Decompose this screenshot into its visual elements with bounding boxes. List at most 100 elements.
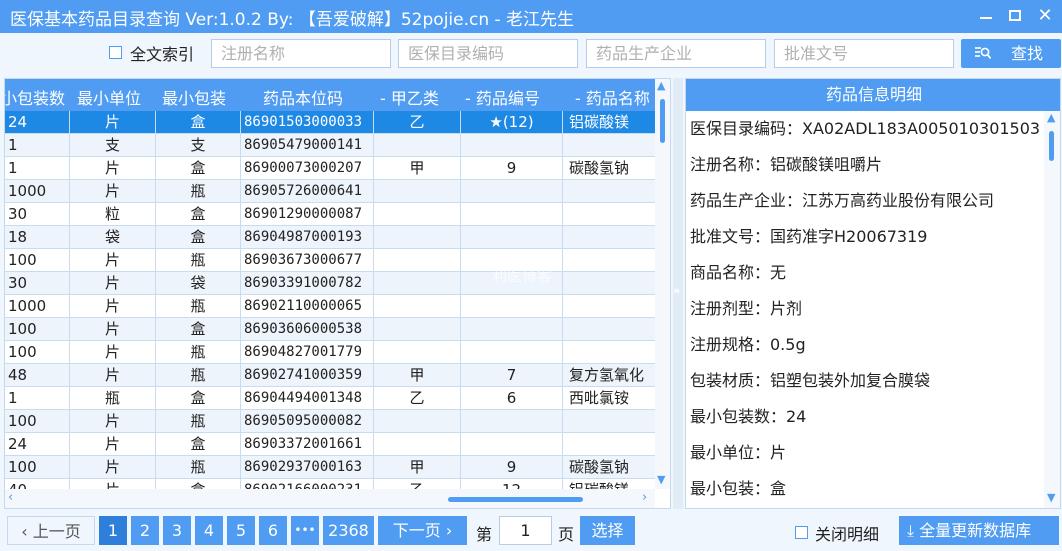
table-cell-num <box>461 203 563 226</box>
table-row[interactable]: 24 片盒 86901503000033 乙 ★(12) 铝碳酸镁 <box>5 111 655 134</box>
table-row[interactable]: 100 片盒 86903606000538 <box>5 318 655 341</box>
next-page-button[interactable]: 下一页 › <box>378 516 467 545</box>
table-row[interactable]: 18 袋盒 86904987000193 <box>5 226 655 249</box>
page-button-6[interactable]: 6 <box>259 516 287 545</box>
detail-panel: 药品信息明细 医保目录编码：XA02ADL183A005010301503 注册名… <box>685 78 1061 509</box>
table-row[interactable]: 100 片瓶 86903673000677 <box>5 249 655 272</box>
table-cell-unit: 片 <box>70 272 156 295</box>
table-row[interactable]: 1 片盒 86900073000207 甲 9 碳酸氢钠 <box>5 157 655 180</box>
table-cell-pack: 1000 <box>5 180 70 203</box>
catalog-code-input[interactable]: 医保目录编码 <box>398 39 578 68</box>
table-cell-package: 瓶 <box>156 341 241 364</box>
goto-prefix: 第 <box>476 525 493 544</box>
scroll-right-icon[interactable]: › <box>642 490 647 505</box>
detail-scrollbar[interactable]: ▲ ▼ <box>1044 111 1060 508</box>
table-cell-code: 86903673000677 <box>241 249 374 272</box>
last-page-button[interactable]: 2368 <box>323 516 374 545</box>
table-cell-code: 86904494001348 <box>241 387 374 410</box>
table-row[interactable]: 1000 片瓶 86902110000065 <box>5 295 655 318</box>
table-cell-code: 86905726000641 <box>241 180 374 203</box>
table-horizontal-scrollbar[interactable]: ‹ › <box>5 489 655 508</box>
detail-scroll-down-icon[interactable]: ▼ <box>1047 491 1055 504</box>
minimize-button[interactable] <box>975 5 997 27</box>
watermark-text: 利医博客 <box>492 267 553 285</box>
table-cell-code: 86905095000082 <box>241 410 374 433</box>
page-ellipsis-button[interactable]: ••• <box>291 516 319 545</box>
update-database-button[interactable]: ⤓ 全量更新数据库 <box>899 516 1059 545</box>
approval-number-input[interactable]: 批准文号 <box>774 39 954 68</box>
scroll-left-icon[interactable]: ‹ <box>8 490 13 505</box>
drug-table[interactable]: 小包装数 最小单位 最小包装 药品本位码 - 甲乙类 - 药品编号 - 药品名称… <box>4 78 671 509</box>
table-row[interactable]: 24 片盒 86903372001661 <box>5 433 655 456</box>
close-button[interactable]: ✕ <box>1034 5 1056 27</box>
table-cell-pack: 1000 <box>5 295 70 318</box>
fulltext-label: 全文索引 <box>130 45 195 64</box>
table-cell-cls <box>374 203 461 226</box>
table-cell-num <box>461 433 563 456</box>
table-cell-pack: 100 <box>5 341 70 364</box>
table-vertical-scrollbar[interactable]: ▲ ▼ <box>655 79 670 489</box>
table-row[interactable]: 30 片袋 86903391000782 <box>5 272 655 295</box>
table-cell-unit: 片 <box>70 410 156 433</box>
manufacturer-input[interactable]: 药品生产企业 <box>586 39 766 68</box>
col-header-min-unit[interactable]: 最小单位 <box>77 85 141 109</box>
table-cell-pack: 100 <box>5 318 70 341</box>
table-cell-unit: 片 <box>70 456 156 479</box>
scroll-down-icon[interactable]: ▼ <box>657 473 665 486</box>
page-button-5[interactable]: 5 <box>227 516 255 545</box>
col-header-drug-name[interactable]: - 药品名称 <box>575 85 650 109</box>
table-cell-code: 86903391000782 <box>241 272 374 295</box>
table-row[interactable]: 100 片瓶 86904827001779 <box>5 341 655 364</box>
col-header-min-package[interactable]: 最小包装 <box>162 85 226 109</box>
table-cell-num <box>461 410 563 433</box>
col-header-class[interactable]: - 甲乙类 <box>380 85 439 109</box>
table-cell-package: 瓶 <box>156 410 241 433</box>
table-row[interactable]: 48 片瓶 86902741000359 甲 7 复方氢氧化 <box>5 364 655 387</box>
col-header-standard-code[interactable]: 药品本位码 <box>263 85 343 109</box>
col-header-pack-count[interactable]: 小包装数 <box>5 85 65 109</box>
search-button[interactable]: 查找 <box>961 39 1061 68</box>
table-cell-num <box>461 295 563 318</box>
table-cell-cls: 乙 <box>374 479 461 489</box>
table-cell-cls <box>374 226 461 249</box>
page-button-2[interactable]: 2 <box>131 516 159 545</box>
page-button-3[interactable]: 3 <box>163 516 191 545</box>
scroll-up-icon[interactable]: ▲ <box>657 79 665 92</box>
table-cell-package: 盒 <box>156 203 241 226</box>
table-row[interactable]: 40片盒86902166000231乙12铝碳酸镁 <box>5 479 655 489</box>
reg-name-input[interactable]: 注册名称 <box>211 39 391 68</box>
page-button-1[interactable]: 1 <box>99 516 127 545</box>
select-page-button[interactable]: 选择 <box>580 516 635 545</box>
scroll-thumb[interactable] <box>660 99 665 143</box>
table-cell-cls: 甲 <box>374 157 461 180</box>
table-row[interactable]: 1000 片瓶 86905726000641 <box>5 180 655 203</box>
table-cell-code: 86902166000231 <box>241 479 374 489</box>
table-cell-unit: 片 <box>70 180 156 203</box>
update-database-label: 全量更新数据库 <box>919 521 1032 540</box>
hscroll-thumb[interactable] <box>448 497 583 502</box>
table-row[interactable]: 100 片瓶 86905095000082 <box>5 410 655 433</box>
prev-page-button[interactable]: ‹ 上一页 <box>7 516 95 545</box>
panel-splitter[interactable]: ›› <box>673 78 683 509</box>
table-row[interactable]: 100 片瓶 86902937000163 甲 9 碳酸氢钠 <box>5 456 655 479</box>
col-header-drug-number[interactable]: - 药品编号 <box>465 85 540 109</box>
table-cell-pack: 1 <box>5 157 70 180</box>
table-cell-pack: 100 <box>5 249 70 272</box>
fulltext-checkbox[interactable] <box>109 46 122 59</box>
page-button-4[interactable]: 4 <box>195 516 223 545</box>
table-row[interactable]: 1 支支 86905479000141 <box>5 134 655 157</box>
detail-scroll-thumb[interactable] <box>1049 131 1054 161</box>
close-detail-checkbox[interactable] <box>795 526 808 539</box>
maximize-button[interactable] <box>1004 5 1026 27</box>
detail-scroll-up-icon[interactable]: ▲ <box>1047 111 1055 124</box>
table-row[interactable]: 30 粒盒 86901290000087 <box>5 203 655 226</box>
table-cell-unit: 片 <box>70 157 156 180</box>
goto-page-input[interactable]: 1 <box>499 516 552 545</box>
table-cell-code: 86902741000359 <box>241 364 374 387</box>
table-row[interactable]: 1 瓶盒 86904494001348 乙 6 西吡氯铵 <box>5 387 655 410</box>
detail-line: 商品名称：无 <box>690 263 787 282</box>
table-cell-num: 7 <box>461 364 563 387</box>
detail-line: 注册剂型：片剂 <box>690 299 803 318</box>
double-chevron-icon[interactable]: ›› <box>673 284 680 297</box>
table-cell-package: 瓶 <box>156 456 241 479</box>
